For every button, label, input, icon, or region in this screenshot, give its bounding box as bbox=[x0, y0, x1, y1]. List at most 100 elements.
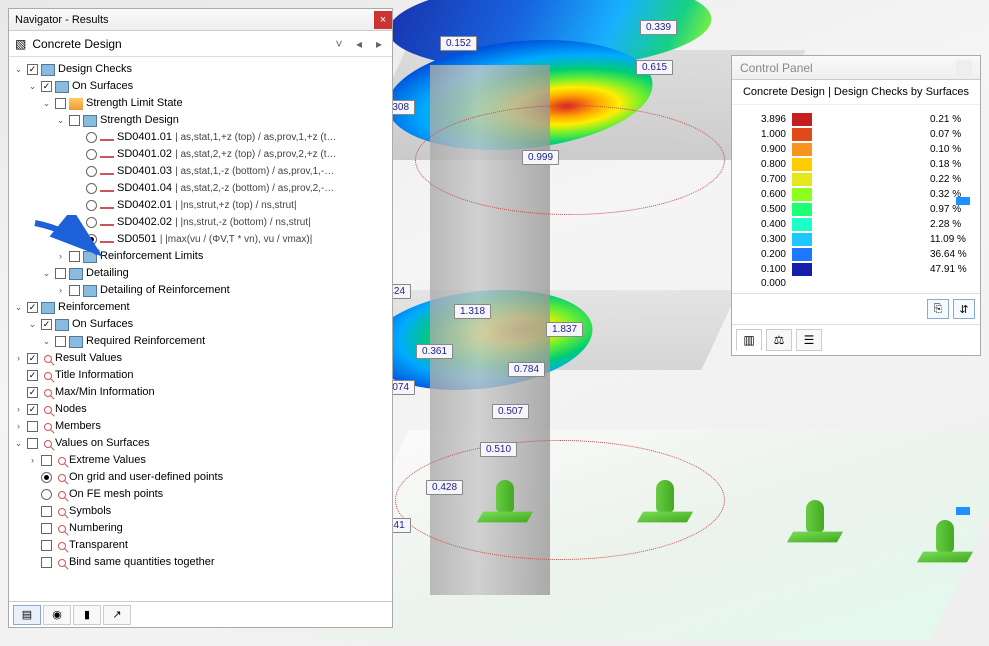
checkbox[interactable] bbox=[27, 404, 38, 415]
control-panel-titlebar[interactable]: Control Panel bbox=[732, 56, 980, 80]
checkbox[interactable] bbox=[41, 455, 52, 466]
tree-label[interactable]: On Surfaces bbox=[72, 316, 133, 333]
module-dropdown[interactable]: ▧ Concrete Design ˅ ◂ ▸ bbox=[9, 31, 392, 57]
checkbox[interactable] bbox=[69, 115, 80, 126]
tree-label[interactable]: Numbering bbox=[69, 520, 123, 537]
tab-view-icon[interactable]: ◉ bbox=[43, 605, 71, 625]
tree-label[interactable]: Title Information bbox=[55, 367, 133, 384]
checkbox[interactable] bbox=[41, 540, 52, 551]
result-tag: 0.507 bbox=[492, 404, 529, 419]
line-icon bbox=[100, 241, 114, 243]
expand-toggle[interactable]: ⌄ bbox=[27, 316, 38, 333]
expand-toggle[interactable]: ⌄ bbox=[27, 78, 38, 95]
arrow-right-icon[interactable]: ▸ bbox=[372, 37, 386, 51]
legend-range-slider[interactable] bbox=[956, 197, 970, 515]
expand-toggle[interactable]: ⌄ bbox=[55, 112, 66, 129]
tree-label[interactable]: Symbols bbox=[69, 503, 111, 520]
checkbox[interactable] bbox=[27, 353, 38, 364]
tree-label[interactable]: SD0402.01 | |ns,strut,+z (top) / ns,stru… bbox=[117, 197, 297, 214]
expand-toggle[interactable]: ⌄ bbox=[13, 435, 24, 452]
radio[interactable] bbox=[86, 132, 97, 143]
expand-toggle[interactable]: ⌄ bbox=[41, 333, 52, 350]
expand-toggle[interactable]: ⌄ bbox=[41, 95, 52, 112]
expand-toggle[interactable]: › bbox=[13, 401, 24, 418]
tree-label[interactable]: SD0401.01 | as,stat,1,+z (top) / as,prov… bbox=[117, 129, 336, 146]
expand-toggle[interactable]: › bbox=[55, 282, 66, 299]
tab-results-icon[interactable]: ↗ bbox=[103, 605, 131, 625]
tree-label[interactable]: Nodes bbox=[55, 401, 87, 418]
tab-scale-icon[interactable]: ⚖ bbox=[766, 329, 792, 351]
checkbox[interactable] bbox=[41, 506, 52, 517]
navigator-titlebar[interactable]: Navigator - Results × bbox=[9, 9, 392, 31]
tree-label[interactable]: Max/Min Information bbox=[55, 384, 155, 401]
support-icon bbox=[790, 500, 840, 550]
radio[interactable] bbox=[86, 149, 97, 160]
tree-label[interactable]: SD0501 | |max(vu / (ΦV,T * vn), vu / vma… bbox=[117, 231, 312, 248]
checkbox[interactable] bbox=[27, 64, 38, 75]
surfaces-icon bbox=[69, 268, 83, 280]
tree-label[interactable]: SD0401.03 | as,stat,1,-z (bottom) / as,p… bbox=[117, 163, 334, 180]
radio[interactable] bbox=[86, 183, 97, 194]
tab-filter-icon[interactable]: ☰ bbox=[796, 329, 822, 351]
expand-toggle[interactable]: ⌄ bbox=[41, 265, 52, 282]
tab-colors-icon[interactable]: ▥ bbox=[736, 329, 762, 351]
radio[interactable] bbox=[86, 200, 97, 211]
tree-label[interactable]: Strength Design bbox=[100, 112, 179, 129]
tree-label[interactable]: Design Checks bbox=[58, 61, 132, 78]
radio[interactable] bbox=[86, 166, 97, 177]
checkbox[interactable] bbox=[55, 336, 66, 347]
expand-toggle[interactable]: ⌄ bbox=[13, 299, 24, 316]
expand-toggle[interactable]: › bbox=[13, 350, 24, 367]
checkbox[interactable] bbox=[41, 319, 52, 330]
checkbox[interactable] bbox=[27, 370, 38, 381]
tree-label[interactable]: Required Reinforcement bbox=[86, 333, 205, 350]
checkbox[interactable] bbox=[27, 438, 38, 449]
radio[interactable] bbox=[86, 217, 97, 228]
radio[interactable] bbox=[41, 472, 52, 483]
tree-label[interactable]: Extreme Values bbox=[69, 452, 146, 469]
checkbox[interactable] bbox=[55, 268, 66, 279]
checkbox[interactable] bbox=[27, 421, 38, 432]
tree-label[interactable]: Result Values bbox=[55, 350, 122, 367]
checkbox[interactable] bbox=[41, 557, 52, 568]
tree-label[interactable]: Detailing bbox=[86, 265, 129, 282]
expand-toggle[interactable]: › bbox=[55, 248, 66, 265]
radio[interactable] bbox=[86, 234, 97, 245]
tree-label[interactable]: Detailing of Reinforcement bbox=[100, 282, 230, 299]
tree-label[interactable]: Bind same quantities together bbox=[69, 554, 215, 571]
checkbox[interactable] bbox=[27, 302, 38, 313]
checkbox[interactable] bbox=[41, 523, 52, 534]
tab-data-icon[interactable]: ▤ bbox=[13, 605, 41, 625]
expand-toggle[interactable]: › bbox=[13, 418, 24, 435]
tree-label[interactable]: Values on Surfaces bbox=[55, 435, 150, 452]
checkbox[interactable] bbox=[27, 387, 38, 398]
tree-label[interactable]: Transparent bbox=[69, 537, 128, 554]
tree-label[interactable]: Reinforcement bbox=[58, 299, 130, 316]
tree-label[interactable]: SD0402.02 | |ns,strut,-z (bottom) / ns,s… bbox=[117, 214, 311, 231]
tree-label[interactable]: SD0401.04 | as,stat,2,-z (bottom) / as,p… bbox=[117, 180, 334, 197]
expand-toggle[interactable]: › bbox=[27, 452, 38, 469]
chevron-down-icon[interactable]: ˅ bbox=[332, 37, 346, 51]
tree-label[interactable]: On FE mesh points bbox=[69, 486, 163, 503]
tree-label[interactable]: Reinforcement Limits bbox=[100, 248, 203, 265]
arrow-left-icon[interactable]: ◂ bbox=[352, 37, 366, 51]
slider-handle-top[interactable] bbox=[956, 197, 970, 205]
tree-label[interactable]: On Surfaces bbox=[72, 78, 133, 95]
navigator-tree[interactable]: ⌄ Design Checks ⌄ On Surfaces ⌄ Strength Li… bbox=[9, 57, 392, 601]
checkbox[interactable] bbox=[55, 98, 66, 109]
tab-camera-icon[interactable]: ▮ bbox=[73, 605, 101, 625]
close-icon[interactable]: × bbox=[374, 11, 392, 29]
radio[interactable] bbox=[41, 489, 52, 500]
checkbox[interactable] bbox=[41, 81, 52, 92]
tree-label[interactable]: Members bbox=[55, 418, 101, 435]
legend-settings-button[interactable]: ⎘ bbox=[927, 299, 949, 319]
checkbox[interactable] bbox=[69, 251, 80, 262]
expand-toggle[interactable]: ⌄ bbox=[13, 61, 24, 78]
minimize-icon[interactable] bbox=[956, 60, 972, 76]
tree-label[interactable]: On grid and user-defined points bbox=[69, 469, 223, 486]
tree-label[interactable]: SD0401.02 | as,stat,2,+z (top) / as,prov… bbox=[117, 146, 336, 163]
slider-handle-bottom[interactable] bbox=[956, 507, 970, 515]
checkbox[interactable] bbox=[69, 285, 80, 296]
tree-label[interactable]: Strength Limit State bbox=[86, 95, 183, 112]
legend-value: 0.600 bbox=[742, 189, 786, 200]
